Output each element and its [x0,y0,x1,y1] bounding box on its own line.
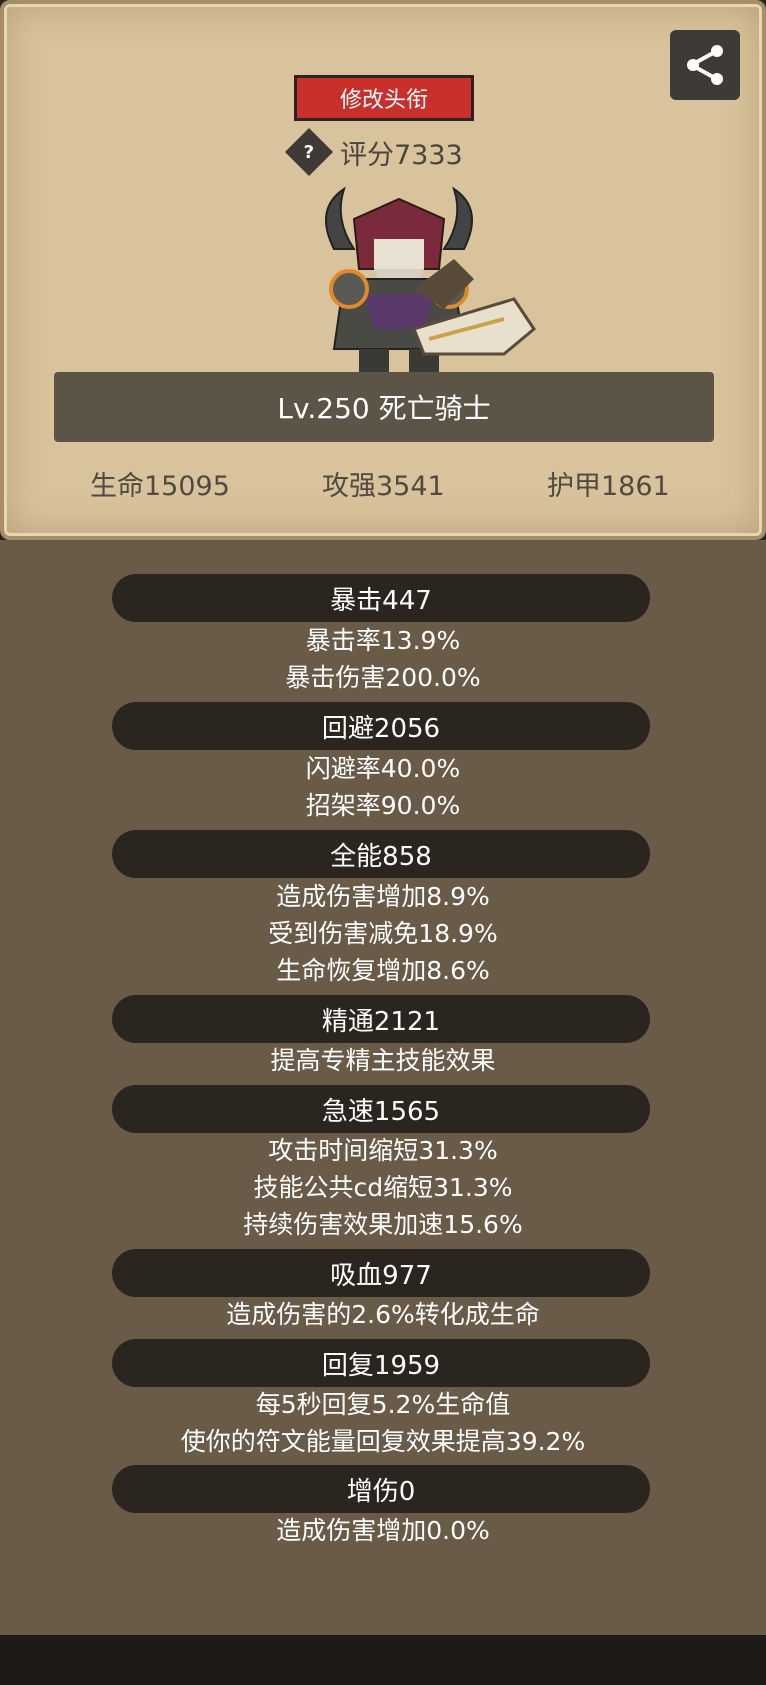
stat-line: 持续伤害效果加速15.6% [243,1210,523,1239]
character-sprite [325,186,536,379]
stat-line: 生命恢复增加8.6% [276,956,490,985]
stat-line: 每5秒回复5.2%生命值 [255,1390,511,1419]
stat-line: 攻击时间缩短31.3% [268,1136,498,1165]
level-banner: Lv.250 死亡骑士 [54,372,714,442]
share-button[interactable] [670,30,740,100]
stat-attack-power: 攻强3541 [322,471,445,502]
stat-line: 暴击伤害200.0% [285,663,481,692]
character-card: 修改头衔 ? 评分7333 Lv.250 死亡骑士 生命15095 攻强3541… [0,0,766,540]
stat-armor: 护甲1861 [547,471,670,502]
stat-health: 生命15095 [90,471,230,502]
help-symbol: ? [303,141,315,163]
detailed-stats-panel: 暴击447 暴击率13.9% 暴击伤害200.0% 回避2056 闪避率40.0… [0,540,766,1635]
bottom-strip [0,1635,766,1685]
stat-line: 闪避率40.0% [305,754,461,783]
stat-group-header: 增伤0 [112,1465,650,1513]
stat-line: 造成伤害增加8.9% [276,882,490,911]
stat-line: 提高专精主技能效果 [270,1046,496,1075]
stat-line: 使你的符文能量回复效果提高39.2% [180,1427,586,1456]
stat-line: 造成伤害的2.6%转化成生命 [226,1300,540,1329]
score-text: 评分7333 [340,139,463,171]
stat-group-header: 精通2121 [112,995,650,1043]
stat-line: 造成伤害增加0.0% [276,1516,490,1545]
stat-group-header: 吸血977 [112,1249,650,1297]
share-icon [687,45,723,85]
main-stats: 生命15095 攻强3541 护甲1861 [4,464,766,514]
question-icon[interactable]: ? [284,127,334,177]
score-row: ? 评分7333 [284,127,463,177]
stat-group-header: 暴击447 [112,574,650,622]
edit-title-button[interactable]: 修改头衔 [294,75,474,121]
stat-group-header: 回避2056 [112,702,650,750]
stat-group-header: 全能858 [112,830,650,878]
stat-line: 受到伤害减免18.9% [268,919,498,948]
stat-line: 招架率90.0% [305,791,461,820]
stat-group-header: 急速1565 [112,1085,650,1133]
stat-group-header: 回复1959 [112,1339,650,1387]
stat-line: 技能公共cd缩短31.3% [253,1173,513,1202]
stat-line: 暴击率13.9% [305,626,461,655]
